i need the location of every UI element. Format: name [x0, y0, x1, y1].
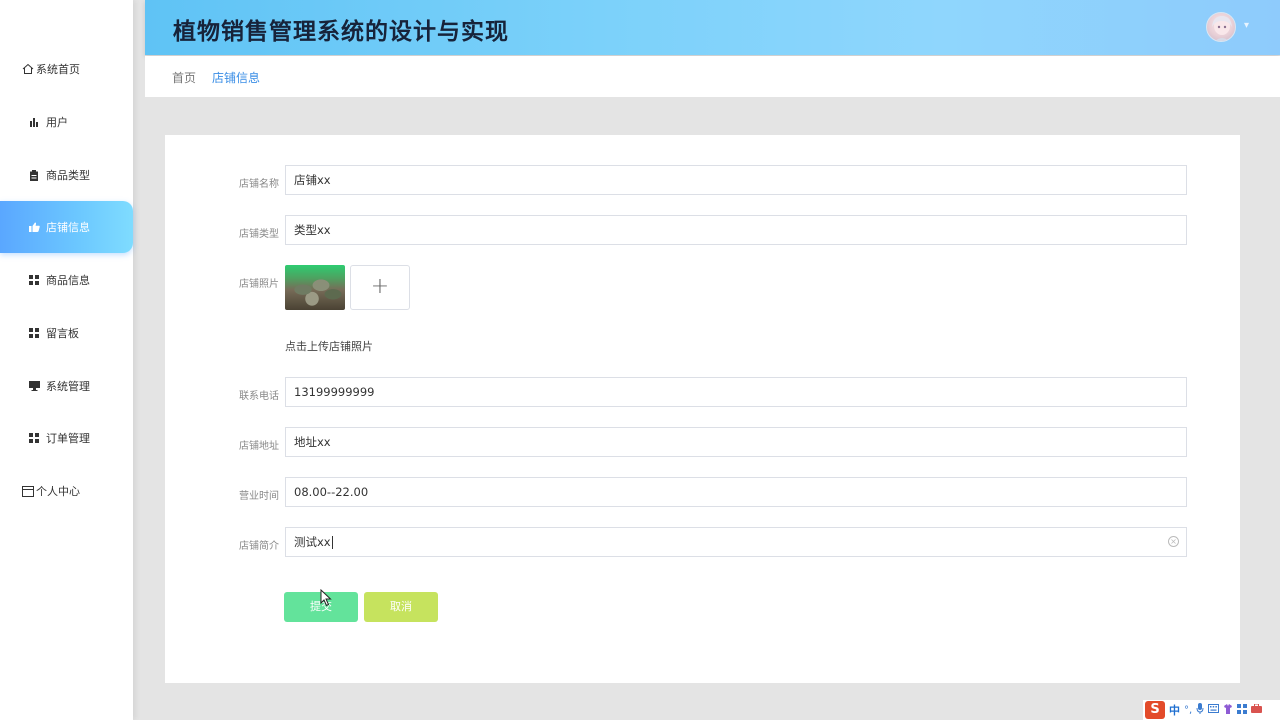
field-label: 联系电话: [239, 391, 279, 402]
sidebar-item-product-types[interactable]: 商品类型: [0, 149, 133, 201]
avatar[interactable]: [1206, 12, 1236, 42]
chevron-down-icon[interactable]: ▾: [1244, 20, 1249, 31]
business-hours-input[interactable]: 08.00--22.00: [285, 477, 1187, 507]
breadcrumb: 首页 店铺信息: [145, 56, 1280, 97]
sogou-logo-icon[interactable]: S: [1145, 701, 1165, 719]
shop-type-input[interactable]: 类型xx: [285, 215, 1187, 245]
mouse-cursor-icon: [320, 589, 332, 607]
sidebar-item-users[interactable]: 用户: [0, 96, 133, 148]
field-label: 营业时间: [239, 491, 279, 502]
field-label: 店铺类型: [239, 229, 279, 240]
grid-icon: [28, 274, 40, 286]
breadcrumb-current: 店铺信息: [212, 71, 261, 85]
window-icon: [22, 485, 34, 497]
sidebar-item-label: 系统首页: [36, 63, 80, 76]
field-label: 店铺简介: [239, 541, 279, 552]
microphone-icon[interactable]: [1196, 703, 1204, 717]
toolbox-icon[interactable]: [1251, 703, 1263, 716]
shop-intro-input[interactable]: 测试xx ×: [285, 527, 1187, 557]
apps-grid-icon[interactable]: [1237, 703, 1248, 717]
sidebar-item-label: 系统管理: [46, 380, 90, 393]
skin-icon[interactable]: [1223, 703, 1233, 717]
upload-hint: 点击上传店铺照片: [285, 340, 373, 353]
sidebar-item-label: 商品类型: [46, 169, 90, 182]
sidebar-item-message-board[interactable]: 留言板: [0, 307, 133, 359]
thumb-up-icon: [28, 221, 40, 233]
sidebar-item-system-management[interactable]: 系统管理: [0, 360, 133, 412]
cancel-button[interactable]: 取消: [364, 592, 438, 622]
field-label: 店铺地址: [239, 441, 279, 452]
text-caret: [331, 536, 333, 549]
sidebar-item-product-info[interactable]: 商品信息: [0, 254, 133, 306]
keyboard-icon[interactable]: [1208, 704, 1220, 716]
address-input[interactable]: 地址xx: [285, 427, 1187, 457]
clear-icon[interactable]: ×: [1168, 536, 1179, 547]
phone-input[interactable]: 13199999999: [285, 377, 1187, 407]
monitor-icon: [28, 380, 40, 392]
sidebar-item-label: 店铺信息: [46, 221, 90, 234]
grid-icon: [28, 327, 40, 339]
sidebar: 系统首页 用户 商品类型 店铺信息 商品信息 留言板 系统管理 订单管理 个人中…: [0, 0, 133, 720]
field-label: 店铺名称: [239, 179, 279, 190]
upload-button[interactable]: +: [350, 265, 410, 310]
punctuation-icon[interactable]: °,: [1184, 705, 1192, 716]
sidebar-item-shop-info[interactable]: 店铺信息: [0, 201, 133, 253]
sidebar-item-label: 订单管理: [46, 432, 90, 445]
sidebar-item-personal-center[interactable]: 个人中心: [0, 465, 133, 517]
sidebar-item-label: 商品信息: [46, 274, 90, 287]
sidebar-item-label: 留言板: [46, 327, 79, 340]
sidebar-item-label: 用户: [46, 116, 68, 129]
top-header: 植物销售管理系统的设计与实现 ▾: [145, 0, 1280, 55]
shop-intro-value: 测试xx: [294, 535, 331, 549]
app-title: 植物销售管理系统的设计与实现: [173, 19, 509, 45]
field-label: 店铺照片: [239, 279, 279, 290]
ime-mode-toggle[interactable]: 中: [1169, 702, 1180, 718]
sidebar-item-home[interactable]: 系统首页: [0, 43, 133, 95]
ime-toolbar: S 中 °,: [1143, 700, 1280, 720]
home-icon: [22, 63, 34, 75]
grid-icon: [28, 432, 40, 444]
sidebar-item-label: 个人中心: [36, 485, 80, 498]
breadcrumb-home[interactable]: 首页: [172, 69, 196, 86]
shop-photo-thumbnail[interactable]: [285, 265, 345, 310]
shop-name-input[interactable]: 店铺xx: [285, 165, 1187, 195]
bar-chart-icon: [28, 116, 40, 128]
sidebar-item-order-management[interactable]: 订单管理: [0, 412, 133, 464]
clipboard-icon: [28, 169, 40, 181]
